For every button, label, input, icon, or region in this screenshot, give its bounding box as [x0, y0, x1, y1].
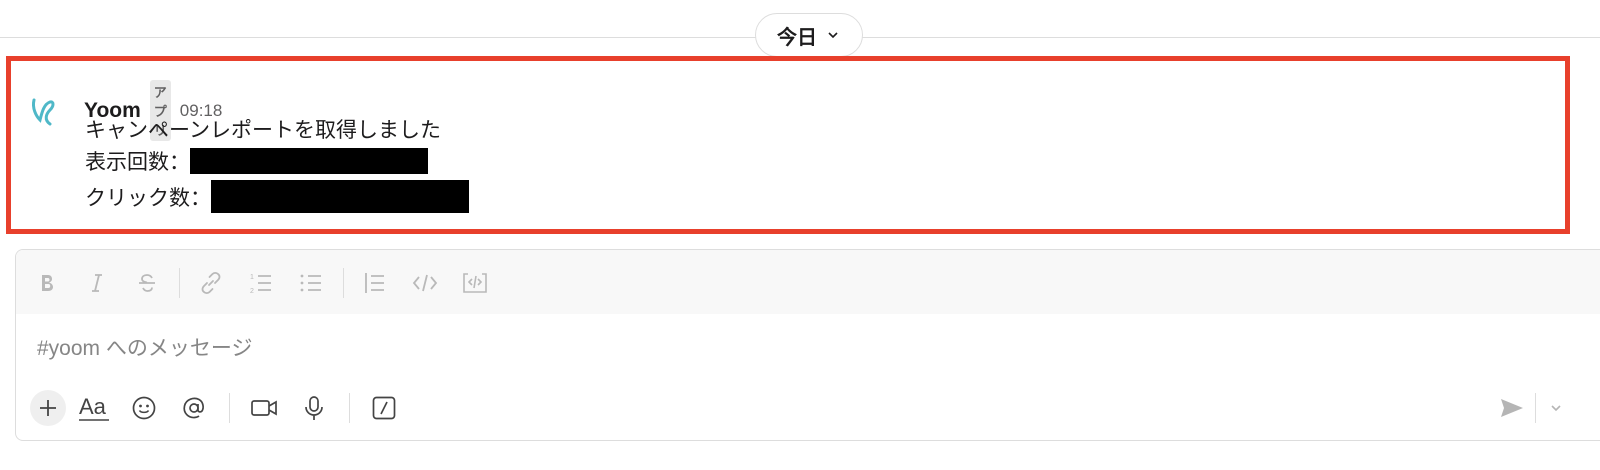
impressions-line: 表示回数： [85, 146, 428, 176]
message-title: キャンペーンレポートを取得しました [85, 114, 441, 144]
date-divider-label: 今日 [777, 26, 817, 49]
clicks-label: クリック数： [85, 186, 211, 210]
code-icon[interactable] [410, 268, 440, 298]
action-bar-separator [349, 393, 350, 423]
code-block-icon[interactable] [460, 268, 490, 298]
send-options-chevron-icon[interactable] [1541, 390, 1571, 426]
italic-icon[interactable] [82, 268, 112, 298]
clicks-line: クリック数： [85, 180, 469, 213]
plus-icon[interactable] [30, 390, 66, 426]
ordered-list-icon[interactable]: 12 [246, 268, 276, 298]
bullet-list-icon[interactable] [296, 268, 326, 298]
chevron-down-icon [828, 32, 838, 39]
message-composer: 12 #yoom へのメッセージ Aa [15, 249, 1600, 441]
message-input[interactable]: #yoom へのメッセージ [37, 332, 252, 362]
toolbar-separator [343, 268, 344, 298]
microphone-icon[interactable] [296, 390, 332, 426]
slash-command-icon[interactable] [366, 390, 402, 426]
mention-icon[interactable] [176, 390, 212, 426]
send-separator [1535, 393, 1536, 423]
bold-icon[interactable] [32, 268, 62, 298]
toolbar-separator [179, 268, 180, 298]
video-icon[interactable] [246, 390, 282, 426]
message-title-text: キャンペーンレポートを取得しました [85, 119, 441, 142]
action-bar-separator [229, 393, 230, 423]
impressions-label: 表示回数： [85, 151, 190, 174]
link-icon[interactable] [196, 268, 226, 298]
redacted-impressions-value [190, 148, 428, 174]
strikethrough-icon[interactable] [132, 268, 162, 298]
yoom-logo-icon[interactable] [28, 90, 62, 130]
send-icon[interactable] [1494, 390, 1530, 426]
svg-text:1: 1 [250, 274, 254, 281]
formatting-toolbar: 12 [16, 250, 1600, 314]
text-format-icon[interactable]: Aa [76, 390, 112, 426]
emoji-icon[interactable] [126, 390, 162, 426]
svg-text:Aa: Aa [79, 394, 107, 419]
blockquote-icon[interactable] [360, 268, 390, 298]
redacted-clicks-value [211, 180, 469, 213]
date-divider-button[interactable]: 今日 [755, 13, 863, 57]
svg-text:2: 2 [250, 288, 254, 295]
